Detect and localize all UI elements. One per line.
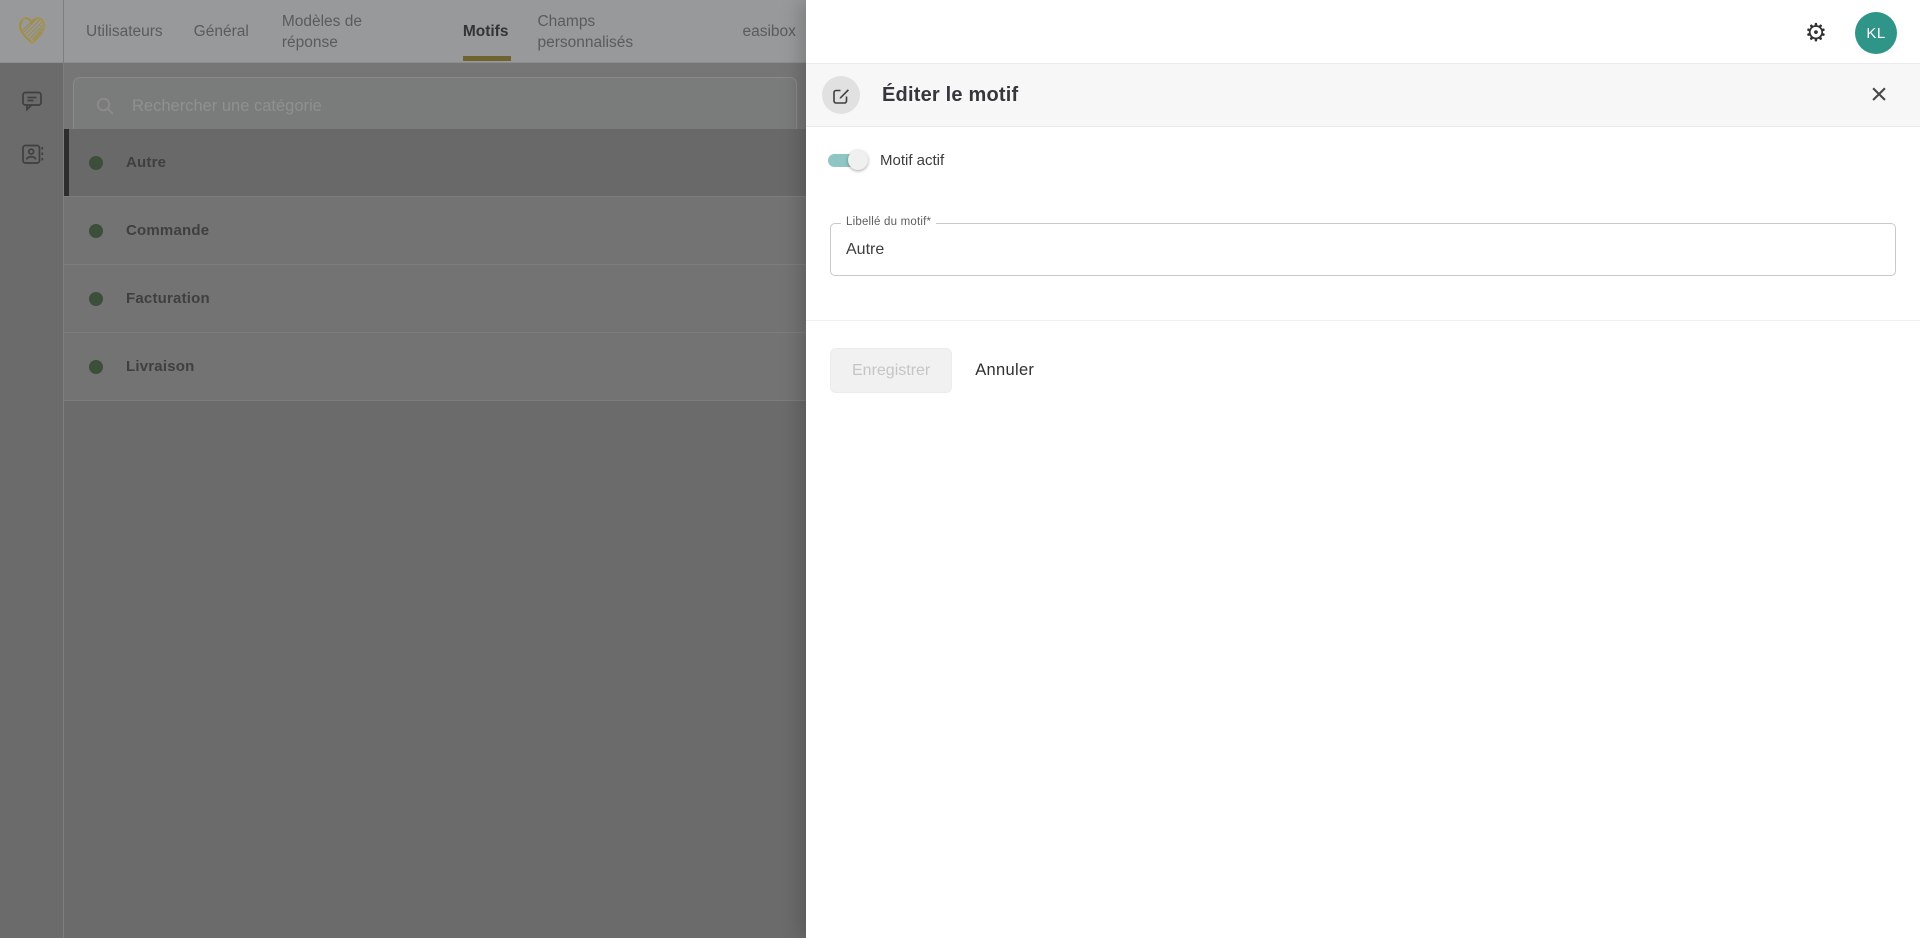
edit-badge: [822, 76, 860, 114]
close-icon[interactable]: ×: [1862, 78, 1896, 112]
user-avatar[interactable]: KL: [1855, 12, 1897, 54]
libelle-input[interactable]: [831, 224, 1895, 275]
save-button[interactable]: Enregistrer: [830, 348, 953, 393]
libelle-field-wrapper: Libellé du motif*: [830, 216, 1896, 276]
edit-motif-drawer: ⚙ KL Éditer le motif × Motif actif Libel…: [806, 0, 1920, 938]
toggle-thumb: [848, 150, 868, 170]
drawer-header: Éditer le motif ×: [806, 63, 1920, 127]
motif-actif-row: Motif actif: [828, 149, 1920, 171]
motif-actif-toggle[interactable]: [828, 150, 868, 170]
drawer-divider: [806, 320, 1920, 321]
libelle-field-label: Libellé du motif*: [841, 216, 937, 228]
drawer-title: Éditer le motif: [882, 83, 1019, 106]
drawer-actions: Enregistrer Annuler: [830, 348, 1920, 393]
drawer-topbar: ⚙ KL: [806, 0, 1920, 63]
cancel-button[interactable]: Annuler: [975, 361, 1034, 380]
settings-gear-icon[interactable]: ⚙: [1802, 19, 1830, 47]
edit-pencil-icon: [832, 88, 849, 104]
toggle-label: Motif actif: [880, 151, 945, 169]
